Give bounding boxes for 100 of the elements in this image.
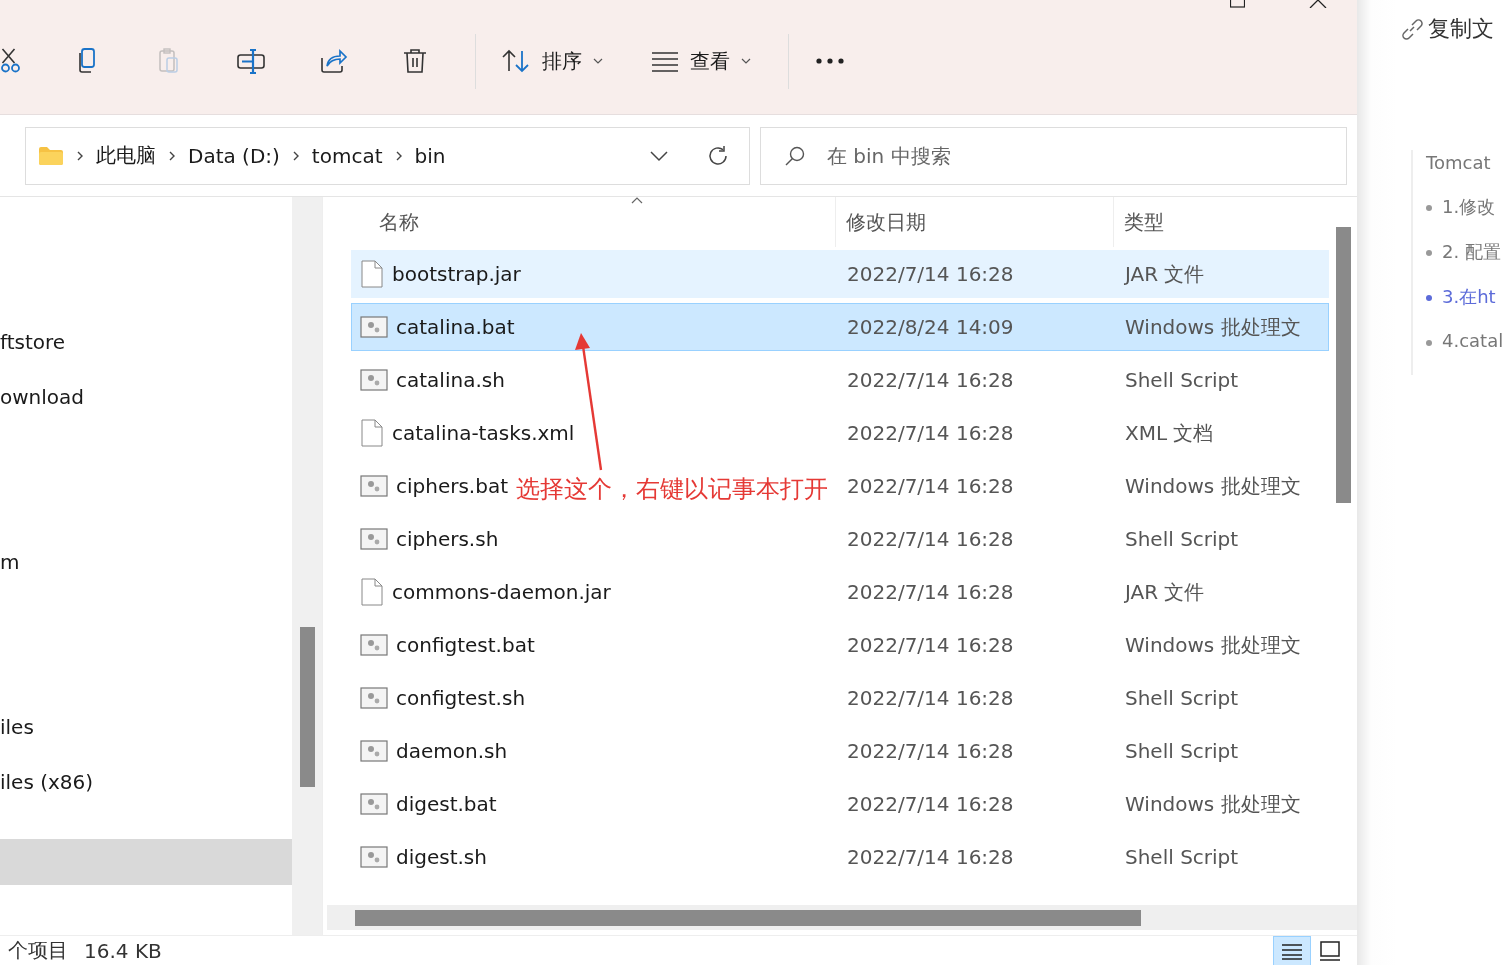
modified-date: 2022/7/14 16:28 <box>846 421 1015 445</box>
nav-item[interactable]: ownload <box>0 384 84 409</box>
scissors-icon <box>0 48 20 74</box>
gear-file-icon <box>360 527 388 551</box>
modified-date: 2022/7/14 16:28 <box>846 527 1015 551</box>
file-name: ciphers.sh <box>396 527 499 551</box>
file-name: bootstrap.jar <box>392 262 521 286</box>
file-row[interactable]: catalina.bat 2022/8/24 14:09 Windows 批处理文 <box>351 303 1329 351</box>
scrollbar-thumb[interactable] <box>1336 227 1351 503</box>
sort-button[interactable]: 排序 <box>492 43 612 79</box>
gear-file-icon <box>360 368 388 392</box>
file-name: catalina-tasks.xml <box>392 421 575 445</box>
file-name: configtest.sh <box>396 686 526 710</box>
selection-size: 16.4 KB <box>84 938 162 963</box>
nav-item[interactable]: iles <box>0 714 34 739</box>
file-type: Windows 批处理文 <box>1124 313 1302 341</box>
nav-item[interactable]: m <box>0 549 20 574</box>
lines-icon <box>650 50 680 72</box>
modified-date: 2022/7/14 16:28 <box>846 686 1015 710</box>
gear-file-icon <box>360 739 388 763</box>
address-bar[interactable]: 此电脑 Data (D:) tomcat bin <box>25 126 750 185</box>
file-name: ciphers.bat <box>396 474 509 498</box>
file-type: XML 文档 <box>1124 419 1215 447</box>
maximize-icon[interactable] <box>1230 0 1245 8</box>
file-type: JAR 文件 <box>1123 260 1206 288</box>
annotation-text: 选择这个，右键以记事本打开 <box>516 474 828 505</box>
dropdown-icon[interactable] <box>649 149 669 162</box>
modified-date: 2022/7/14 16:28 <box>846 474 1015 498</box>
sort-caret-icon <box>631 197 643 204</box>
gear-file-icon <box>360 474 388 498</box>
column-header[interactable]: 名称 <box>351 208 835 236</box>
toc-title[interactable]: Tomcat <box>1426 150 1512 196</box>
caret-icon <box>740 57 752 65</box>
modified-date: 2022/7/14 16:28 <box>846 739 1015 763</box>
modified-date: 2022/7/14 16:28 <box>846 845 1015 869</box>
modified-date: 2022/7/14 16:28 <box>846 792 1015 816</box>
chevron-icon <box>394 149 403 162</box>
scrollbar-thumb[interactable] <box>299 627 315 787</box>
gear-file-icon <box>360 633 388 657</box>
file-name: catalina.bat <box>396 315 515 339</box>
search-field[interactable]: 在 bin 中搜索 <box>760 126 1347 185</box>
details-view-button[interactable] <box>1273 935 1311 965</box>
file-type: Windows 批处理文 <box>1124 790 1302 818</box>
gear-file-icon <box>360 845 388 869</box>
toc-item[interactable]: 2. 配置 <box>1426 240 1512 286</box>
file-type: Shell Script <box>1124 368 1240 392</box>
link-icon <box>1399 16 1425 42</box>
item-count: 个项目 <box>8 937 68 964</box>
toc-item[interactable]: 3.在ht <box>1426 285 1512 330</box>
modified-date: 2022/8/24 14:09 <box>846 315 1015 339</box>
gear-file-icon <box>360 792 388 816</box>
share-icon <box>318 46 348 76</box>
modified-date: 2022/7/14 16:28 <box>846 633 1015 657</box>
file-icon <box>360 260 384 288</box>
file-type: Shell Script <box>1124 686 1240 710</box>
file-name: digest.bat <box>396 792 497 816</box>
gear-file-icon <box>360 686 388 710</box>
chevron-icon <box>291 149 300 162</box>
sort-arrows-icon <box>500 47 532 75</box>
file-name: daemon.sh <box>396 739 508 763</box>
file-type: Windows 批处理文 <box>1124 472 1302 500</box>
file-name: digest.sh <box>396 845 487 869</box>
file-type: Windows 批处理文 <box>1124 631 1302 659</box>
column-header[interactable]: 类型 <box>1113 197 1323 247</box>
breadcrumb[interactable]: bin <box>414 143 446 168</box>
folder-icon <box>38 145 64 166</box>
caret-icon <box>592 57 604 65</box>
chevron-icon <box>76 149 84 162</box>
modified-date: 2022/7/14 16:28 <box>846 368 1015 392</box>
list-icon <box>1281 941 1303 960</box>
close-icon[interactable] <box>1309 0 1327 8</box>
file-row[interactable]: bootstrap.jar 2022/7/14 16:28 JAR 文件 <box>351 250 1329 298</box>
breadcrumb[interactable]: 此电脑 <box>96 142 156 169</box>
more-icon[interactable] <box>815 57 845 65</box>
modified-date: 2022/7/14 16:28 <box>846 262 1015 286</box>
breadcrumb[interactable]: tomcat <box>311 143 383 168</box>
file-type: Shell Script <box>1124 739 1240 763</box>
toc-item[interactable]: 1.修改 <box>1426 195 1512 241</box>
nav-item[interactable]: iles (x86) <box>0 769 94 794</box>
breadcrumb[interactable]: Data (D:) <box>188 143 280 168</box>
file-type: Shell Script <box>1124 845 1240 869</box>
refresh-icon[interactable] <box>707 144 729 167</box>
file-name: commons-daemon.jar <box>392 580 611 604</box>
scrollbar-thumb[interactable] <box>355 909 1141 926</box>
copy-link[interactable]: 复制文 <box>1399 14 1512 44</box>
file-icon <box>360 419 384 447</box>
nav-item[interactable]: ftstore <box>0 329 66 354</box>
toc-item[interactable]: 4.catal <box>1426 330 1512 375</box>
file-type: JAR 文件 <box>1123 578 1206 606</box>
tiles-icon <box>1319 940 1341 961</box>
column-header[interactable]: 修改日期 <box>835 197 1113 247</box>
file-name: catalina.sh <box>396 368 505 392</box>
gear-file-icon <box>360 315 388 339</box>
view-button[interactable]: 查看 <box>642 43 760 79</box>
file-icon <box>360 578 384 606</box>
file-name: configtest.bat <box>396 633 535 657</box>
file-type: Shell Script <box>1124 527 1240 551</box>
rename-icon <box>236 46 266 76</box>
chevron-icon <box>168 149 176 162</box>
modified-date: 2022/7/14 16:28 <box>846 580 1015 604</box>
